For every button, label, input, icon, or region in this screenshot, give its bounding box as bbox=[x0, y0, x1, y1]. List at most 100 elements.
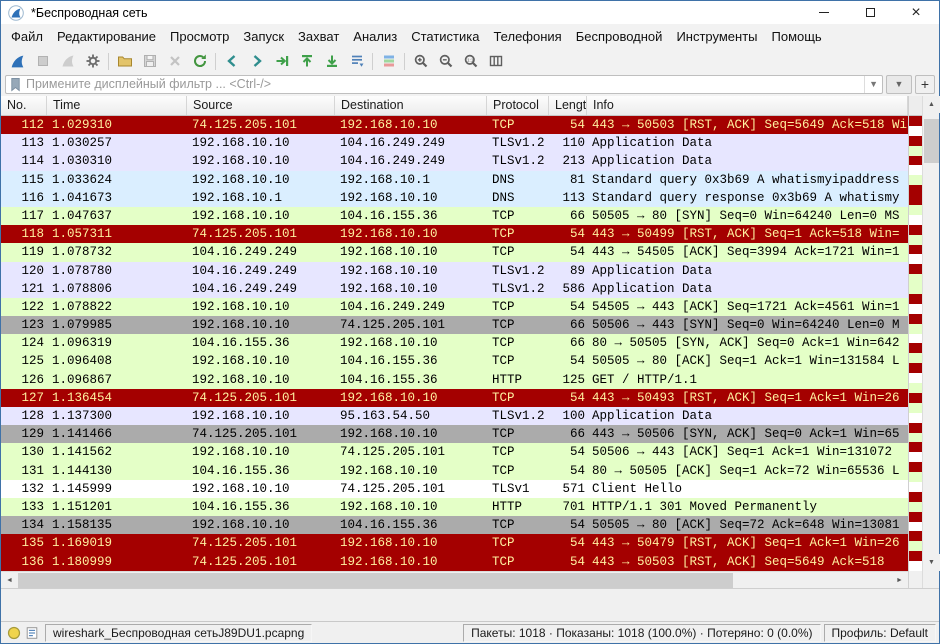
packet-row-134[interactable]: 1341.158135192.168.10.10104.16.155.36TCP… bbox=[1, 516, 908, 534]
profile-selector[interactable]: Профиль: Default bbox=[824, 624, 937, 642]
packet-row-136[interactable]: 1361.18099974.125.205.101192.168.10.10TC… bbox=[1, 553, 908, 571]
go-to-packet-button[interactable] bbox=[269, 50, 294, 73]
packet-row-128[interactable]: 1281.137300192.168.10.1095.163.54.50TLSv… bbox=[1, 407, 908, 425]
menu-item-5[interactable]: Захват bbox=[291, 26, 346, 47]
packet-row-114[interactable]: 1141.030310192.168.10.10104.16.249.249TL… bbox=[1, 152, 908, 170]
minimap-segment bbox=[909, 165, 922, 175]
packet-cell-no: 116 bbox=[1, 189, 47, 207]
horizontal-scroll-track[interactable] bbox=[18, 572, 891, 588]
scroll-down-arrow[interactable]: ▼ bbox=[923, 554, 940, 571]
menu-item-4[interactable]: Запуск bbox=[236, 26, 291, 47]
packet-row-119[interactable]: 1191.078732104.16.249.249192.168.10.10TC… bbox=[1, 243, 908, 261]
packet-row-129[interactable]: 1291.14146674.125.205.101192.168.10.10TC… bbox=[1, 425, 908, 443]
packet-row-123[interactable]: 1231.079985192.168.10.1074.125.205.101TC… bbox=[1, 316, 908, 334]
filter-expression-dropdown[interactable]: ▼ bbox=[886, 75, 912, 94]
menu-item-10[interactable]: Инструменты bbox=[669, 26, 764, 47]
packet-row-121[interactable]: 1211.078806104.16.249.249192.168.10.10TL… bbox=[1, 280, 908, 298]
column-header-2[interactable]: Time bbox=[47, 96, 187, 115]
packet-row-115[interactable]: 1151.033624192.168.10.10192.168.10.1DNS8… bbox=[1, 171, 908, 189]
colorize-packets-button[interactable] bbox=[376, 50, 401, 73]
menu-item-7[interactable]: Статистика bbox=[404, 26, 486, 47]
reload-file-button[interactable] bbox=[187, 50, 212, 73]
toolbar-separator bbox=[372, 53, 373, 70]
packet-row-135[interactable]: 1351.16901974.125.205.101192.168.10.10TC… bbox=[1, 534, 908, 552]
column-header-7[interactable]: Info bbox=[587, 96, 908, 115]
packet-row-133[interactable]: 1331.151201104.16.155.36192.168.10.10HTT… bbox=[1, 498, 908, 516]
capture-options-button[interactable] bbox=[80, 50, 105, 73]
horizontal-scroll-thumb[interactable] bbox=[18, 573, 733, 588]
menu-item-3[interactable]: Просмотр bbox=[163, 26, 236, 47]
packet-cell-src: 74.125.205.101 bbox=[187, 534, 335, 552]
close-file-button[interactable] bbox=[162, 50, 187, 73]
save-file-button[interactable] bbox=[137, 50, 162, 73]
packet-row-131[interactable]: 1311.144130104.16.155.36192.168.10.10TCP… bbox=[1, 462, 908, 480]
vertical-scroll-track[interactable] bbox=[923, 113, 939, 554]
go-to-top-button[interactable] bbox=[294, 50, 319, 73]
menu-item-1[interactable]: Файл bbox=[4, 26, 50, 47]
packet-row-126[interactable]: 1261.096867192.168.10.10104.16.155.36HTT… bbox=[1, 371, 908, 389]
capture-comment-icon[interactable] bbox=[25, 626, 39, 640]
column-header-4[interactable]: Destination bbox=[335, 96, 487, 115]
packet-row-118[interactable]: 1181.05731174.125.205.101192.168.10.10TC… bbox=[1, 225, 908, 243]
restart-fin-icon bbox=[60, 53, 76, 69]
packet-row-117[interactable]: 1171.047637192.168.10.10104.16.155.36TCP… bbox=[1, 207, 908, 225]
menu-item-8[interactable]: Телефония bbox=[486, 26, 568, 47]
column-header-6[interactable]: Length bbox=[549, 96, 587, 115]
menu-item-6[interactable]: Анализ bbox=[346, 26, 404, 47]
packet-cell-dst: 192.168.10.10 bbox=[335, 262, 487, 280]
packet-row-112[interactable]: 1121.02931074.125.205.101192.168.10.10TC… bbox=[1, 116, 908, 134]
open-file-button[interactable] bbox=[112, 50, 137, 73]
maximize-button[interactable] bbox=[847, 1, 893, 24]
zoom-100-button[interactable]: 1:1 bbox=[458, 50, 483, 73]
minimap-segment bbox=[909, 314, 922, 324]
packet-cell-time: 1.079985 bbox=[47, 316, 187, 334]
save-icon bbox=[142, 53, 158, 69]
packet-row-116[interactable]: 1161.041673192.168.10.1192.168.10.10DNS1… bbox=[1, 189, 908, 207]
packet-minimap[interactable] bbox=[909, 116, 922, 571]
expert-info-icon[interactable] bbox=[7, 626, 21, 640]
auto-scroll-button[interactable] bbox=[344, 50, 369, 73]
capture-file-name[interactable]: wireshark_Беспроводная сетьJ89DU1.pcapng bbox=[45, 624, 312, 642]
menubar: ФайлРедактированиеПросмотрЗапускЗахватАн… bbox=[1, 24, 939, 48]
start-capture-button[interactable] bbox=[5, 50, 30, 73]
resize-columns-button[interactable] bbox=[483, 50, 508, 73]
close-button[interactable]: × bbox=[893, 1, 939, 24]
go-to-bottom-button[interactable] bbox=[319, 50, 344, 73]
display-filter-input[interactable]: Примените дисплейный фильтр ... <Ctrl-/>… bbox=[5, 75, 883, 94]
column-header-3[interactable]: Source bbox=[187, 96, 335, 115]
toolbar-separator bbox=[215, 53, 216, 70]
menu-item-11[interactable]: Помощь bbox=[765, 26, 829, 47]
packet-row-120[interactable]: 1201.078780104.16.249.249192.168.10.10TL… bbox=[1, 262, 908, 280]
scroll-left-arrow[interactable]: ◄ bbox=[1, 572, 18, 588]
add-filter-button[interactable]: + bbox=[915, 75, 935, 94]
restart-capture-button[interactable] bbox=[55, 50, 80, 73]
vertical-scrollbar[interactable]: ▲ ▼ bbox=[922, 96, 939, 588]
column-header-5[interactable]: Protocol bbox=[487, 96, 549, 115]
zoom-out-button[interactable] bbox=[433, 50, 458, 73]
minimize-button[interactable] bbox=[801, 1, 847, 24]
packet-row-130[interactable]: 1301.141562192.168.10.1074.125.205.101TC… bbox=[1, 443, 908, 461]
filter-bookmark-icon[interactable] bbox=[9, 77, 22, 92]
column-header-1[interactable]: No. bbox=[1, 96, 47, 115]
filter-history-dropdown-icon[interactable]: ▼ bbox=[864, 76, 882, 93]
scroll-up-arrow[interactable]: ▲ bbox=[923, 96, 940, 113]
zoom-out-icon bbox=[438, 53, 454, 69]
zoom-in-button[interactable] bbox=[408, 50, 433, 73]
svg-text:1:1: 1:1 bbox=[467, 58, 474, 63]
packet-row-132[interactable]: 1321.145999192.168.10.1074.125.205.101TL… bbox=[1, 480, 908, 498]
vertical-scroll-thumb[interactable] bbox=[924, 119, 939, 163]
packet-cell-src: 104.16.155.36 bbox=[187, 498, 335, 516]
packet-row-127[interactable]: 1271.13645474.125.205.101192.168.10.10TC… bbox=[1, 389, 908, 407]
go-back-button[interactable] bbox=[219, 50, 244, 73]
go-forward-button[interactable] bbox=[244, 50, 269, 73]
packet-row-125[interactable]: 1251.096408192.168.10.10104.16.155.36TCP… bbox=[1, 352, 908, 370]
scroll-right-arrow[interactable]: ► bbox=[891, 572, 908, 588]
stop-capture-button[interactable] bbox=[30, 50, 55, 73]
packet-row-113[interactable]: 1131.030257192.168.10.10104.16.249.249TL… bbox=[1, 134, 908, 152]
packet-row-122[interactable]: 1221.078822192.168.10.10104.16.249.249TC… bbox=[1, 298, 908, 316]
packet-cell-src: 192.168.10.10 bbox=[187, 207, 335, 225]
horizontal-scrollbar[interactable]: ◄ ► bbox=[1, 571, 908, 588]
packet-row-124[interactable]: 1241.096319104.16.155.36192.168.10.10TCP… bbox=[1, 334, 908, 352]
menu-item-2[interactable]: Редактирование bbox=[50, 26, 163, 47]
menu-item-9[interactable]: Беспроводной bbox=[569, 26, 670, 47]
